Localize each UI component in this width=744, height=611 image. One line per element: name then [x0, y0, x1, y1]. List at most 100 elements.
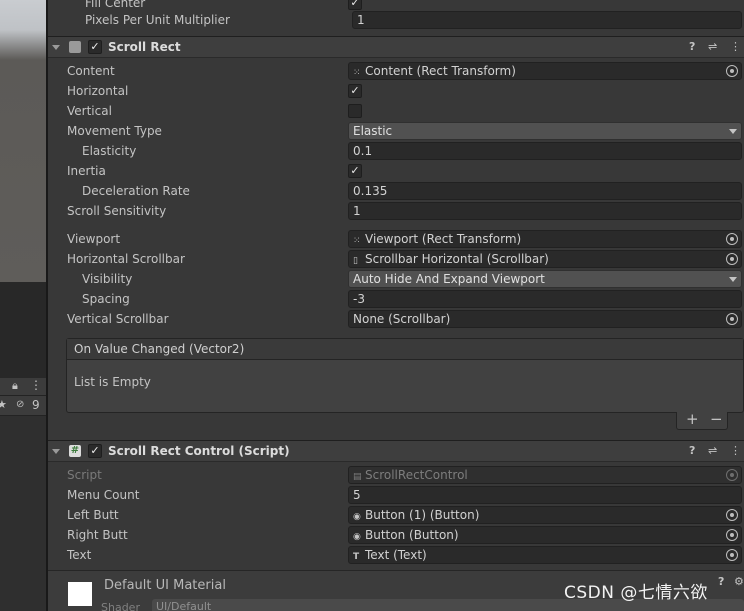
movement-type-row: Movement Type Elastic	[48, 121, 744, 141]
script-object-field: ▤ ScrollRectControl	[348, 466, 742, 484]
on-value-changed-event: On Value Changed (Vector2) List is Empty	[66, 338, 744, 413]
presets-icon[interactable]: ⇌	[708, 444, 717, 457]
inspector-panel: Fill Center ✓ Pixels Per Unit Multiplier…	[48, 0, 744, 611]
text-object-field[interactable]: T Text (Text)	[348, 546, 742, 564]
object-picker-icon[interactable]	[726, 509, 738, 521]
scrollbar-icon: ▯	[353, 256, 358, 266]
script-enabled-checkbox[interactable]: ✓	[88, 444, 102, 458]
object-picker-icon[interactable]	[726, 253, 738, 265]
text-component-icon: T	[353, 552, 360, 562]
presets-icon[interactable]: ⇌	[708, 40, 717, 53]
scroll-rect-enabled-checkbox[interactable]: ✓	[88, 40, 102, 54]
settings-icon[interactable]: ⚙	[734, 575, 744, 588]
horizontal-scrollbar-row: Horizontal Scrollbar ▯ Scrollbar Horizont…	[48, 249, 744, 269]
fill-center-label: Fill Center	[85, 0, 146, 10]
rect-transform-icon: ⁙	[353, 68, 361, 78]
viewport-object-field[interactable]: ⁙ Viewport (Rect Transform)	[348, 230, 742, 248]
content-value: Content (Rect Transform)	[365, 64, 516, 78]
vertical-scrollbar-object-field[interactable]: None (Scrollbar)	[348, 310, 742, 328]
viewport-label: Viewport	[67, 232, 121, 246]
inertia-row: Inertia ✓	[48, 161, 744, 181]
scene-view[interactable]	[0, 0, 46, 282]
visibility-dropdown[interactable]: Auto Hide And Expand Viewport	[348, 270, 742, 288]
visibility-row: Visibility Auto Hide And Expand Viewport	[48, 269, 744, 289]
deceleration-rate-row: Deceleration Rate 0.135	[48, 181, 744, 201]
object-picker-icon[interactable]	[726, 313, 738, 325]
visibility-label: Visibility	[82, 272, 133, 286]
vertical-checkbox[interactable]	[348, 104, 362, 118]
horizontal-row: Horizontal ✓	[48, 81, 744, 101]
horizontal-label: Horizontal	[67, 84, 129, 98]
foldout-arrow-icon[interactable]	[52, 449, 60, 454]
material-name: Default UI Material	[104, 578, 226, 593]
menu-count-field[interactable]: 5	[348, 486, 742, 504]
event-empty-text: List is Empty	[74, 375, 151, 389]
elasticity-field[interactable]: 0.1	[348, 142, 742, 160]
horizontal-checkbox[interactable]: ✓	[348, 84, 362, 98]
deceleration-rate-label: Deceleration Rate	[82, 184, 190, 198]
star-icon[interactable]: ★	[0, 398, 7, 411]
scene-view-lower	[0, 282, 46, 378]
text-label: Text	[67, 548, 92, 562]
dropdown-arrow-icon	[729, 277, 737, 282]
object-picker-icon[interactable]	[726, 549, 738, 561]
object-picker-icon[interactable]	[726, 529, 738, 541]
movement-type-value: Elastic	[353, 124, 393, 138]
movement-type-dropdown[interactable]: Elastic	[348, 122, 742, 140]
shader-label: Shader	[101, 601, 140, 611]
content-object-field[interactable]: ⁙ Content (Rect Transform)	[348, 62, 742, 80]
scroll-rect-header[interactable]: ✓ Scroll Rect ? ⇌ ⋮	[48, 36, 744, 58]
menu-icon[interactable]: ⋮	[30, 378, 42, 392]
vertical-scrollbar-value: None (Scrollbar)	[353, 312, 451, 326]
button-icon: ◉	[353, 512, 361, 522]
button-icon: ◉	[353, 532, 361, 542]
help-icon[interactable]: ?	[689, 40, 695, 53]
spacing-label: Spacing	[82, 292, 130, 306]
left-butt-object-field[interactable]: ◉ Button (1) (Button)	[348, 506, 742, 524]
text-row: Text T Text (Text)	[48, 545, 744, 565]
add-listener-button[interactable]: +	[686, 410, 699, 428]
hierarchy-tab-bar: 🔒︎ ⋮	[0, 378, 46, 396]
watermark-text: CSDN @七情六欲	[564, 583, 708, 603]
fill-center-checkbox[interactable]: ✓	[348, 0, 362, 10]
object-picker-icon[interactable]	[726, 65, 738, 77]
script-file-icon: ▤	[353, 472, 362, 482]
scroll-sensitivity-field[interactable]: 1	[348, 202, 742, 220]
spacing-field[interactable]: -3	[348, 290, 742, 308]
vertical-label: Vertical	[67, 104, 112, 118]
scroll-rect-title: Scroll Rect	[108, 40, 181, 54]
left-butt-row: Left Butt ◉ Button (1) (Button)	[48, 505, 744, 525]
horizontal-scrollbar-value: Scrollbar Horizontal (Scrollbar)	[365, 252, 549, 266]
deceleration-rate-field[interactable]: 0.135	[348, 182, 742, 200]
horizontal-scrollbar-label: Horizontal Scrollbar	[67, 252, 185, 266]
help-icon[interactable]: ?	[689, 444, 695, 457]
inertia-label: Inertia	[67, 164, 106, 178]
script-component-title: Scroll Rect Control (Script)	[108, 444, 290, 458]
left-butt-label: Left Butt	[67, 508, 119, 522]
hidden-eye-icon[interactable]: ⊘	[16, 399, 24, 410]
script-component-header[interactable]: # ✓ Scroll Rect Control (Script) ? ⇌ ⋮	[48, 440, 744, 462]
horizontal-scrollbar-object-field[interactable]: ▯ Scrollbar Horizontal (Scrollbar)	[348, 250, 742, 268]
object-picker-icon	[726, 469, 738, 481]
hierarchy-toolbar: ★ ⊘ 9	[0, 396, 46, 416]
content-label: Content	[67, 64, 115, 78]
elasticity-label: Elasticity	[82, 144, 137, 158]
event-list-footer: + −	[676, 410, 728, 430]
ppu-multiplier-field[interactable]: 1	[352, 11, 742, 29]
lock-icon[interactable]: 🔒︎	[12, 379, 18, 393]
viewport-value: Viewport (Rect Transform)	[365, 232, 522, 246]
remove-listener-button[interactable]: −	[710, 410, 723, 428]
component-menu-icon[interactable]: ⋮	[730, 40, 741, 53]
material-preview-swatch[interactable]	[68, 582, 92, 606]
object-picker-icon[interactable]	[726, 233, 738, 245]
right-butt-object-field[interactable]: ◉ Button (Button)	[348, 526, 742, 544]
hierarchy-list[interactable]	[0, 416, 46, 611]
component-menu-icon[interactable]: ⋮	[730, 444, 741, 457]
right-butt-label: Right Butt	[67, 528, 128, 542]
help-icon[interactable]: ?	[718, 575, 724, 588]
foldout-arrow-icon[interactable]	[52, 45, 60, 50]
left-butt-value: Button (1) (Button)	[365, 508, 480, 522]
movement-type-label: Movement Type	[67, 124, 162, 138]
vertical-scrollbar-label: Vertical Scrollbar	[67, 312, 169, 326]
inertia-checkbox[interactable]: ✓	[348, 164, 362, 178]
